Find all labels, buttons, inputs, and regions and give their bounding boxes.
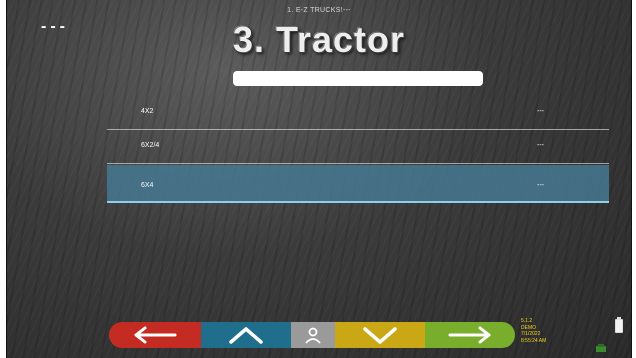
network-icon xyxy=(596,344,606,352)
user-button[interactable] xyxy=(291,322,335,348)
subtitle-bar xyxy=(233,71,483,86)
list-item-value: --- xyxy=(537,108,544,115)
next-button[interactable] xyxy=(425,322,515,348)
chevron-up-icon xyxy=(229,327,263,344)
list-item-value: --- xyxy=(537,182,544,189)
navigation-bar xyxy=(109,322,515,348)
list-item-label: 4X2 xyxy=(141,108,154,115)
user-icon xyxy=(305,327,321,344)
arrow-left-icon xyxy=(134,326,177,344)
battery-icon xyxy=(615,317,623,333)
window-frame: --- 1. E-Z TRUCKS!--- 3. Tractor 4X2 ---… xyxy=(0,0,636,358)
list-item-selected[interactable]: 6X4 --- xyxy=(107,165,609,203)
list-item-label: 6X4 xyxy=(141,182,154,189)
down-button[interactable] xyxy=(335,322,425,348)
time-text: 8:55:24 AM xyxy=(521,337,547,344)
list-item[interactable]: 6X2/4 --- xyxy=(107,130,609,164)
list-item[interactable]: 4X2 --- xyxy=(107,96,609,130)
list-item-value: --- xyxy=(537,142,544,149)
up-button[interactable] xyxy=(201,322,291,348)
screen: --- 1. E-Z TRUCKS!--- 3. Tractor 4X2 ---… xyxy=(6,0,632,358)
option-list: 4X2 --- 6X2/4 --- 6X4 --- xyxy=(107,96,609,203)
breadcrumb: 1. E-Z TRUCKS!--- xyxy=(287,7,351,14)
page-title: 3. Tractor xyxy=(232,19,406,60)
list-item-label: 6X2/4 xyxy=(141,142,160,149)
chevron-down-icon xyxy=(363,327,397,344)
arrow-right-icon xyxy=(448,326,491,344)
status-info: 5.1.2 DEMO 7/1/2022 8:55:24 AM xyxy=(521,318,546,344)
back-button[interactable] xyxy=(109,322,201,348)
